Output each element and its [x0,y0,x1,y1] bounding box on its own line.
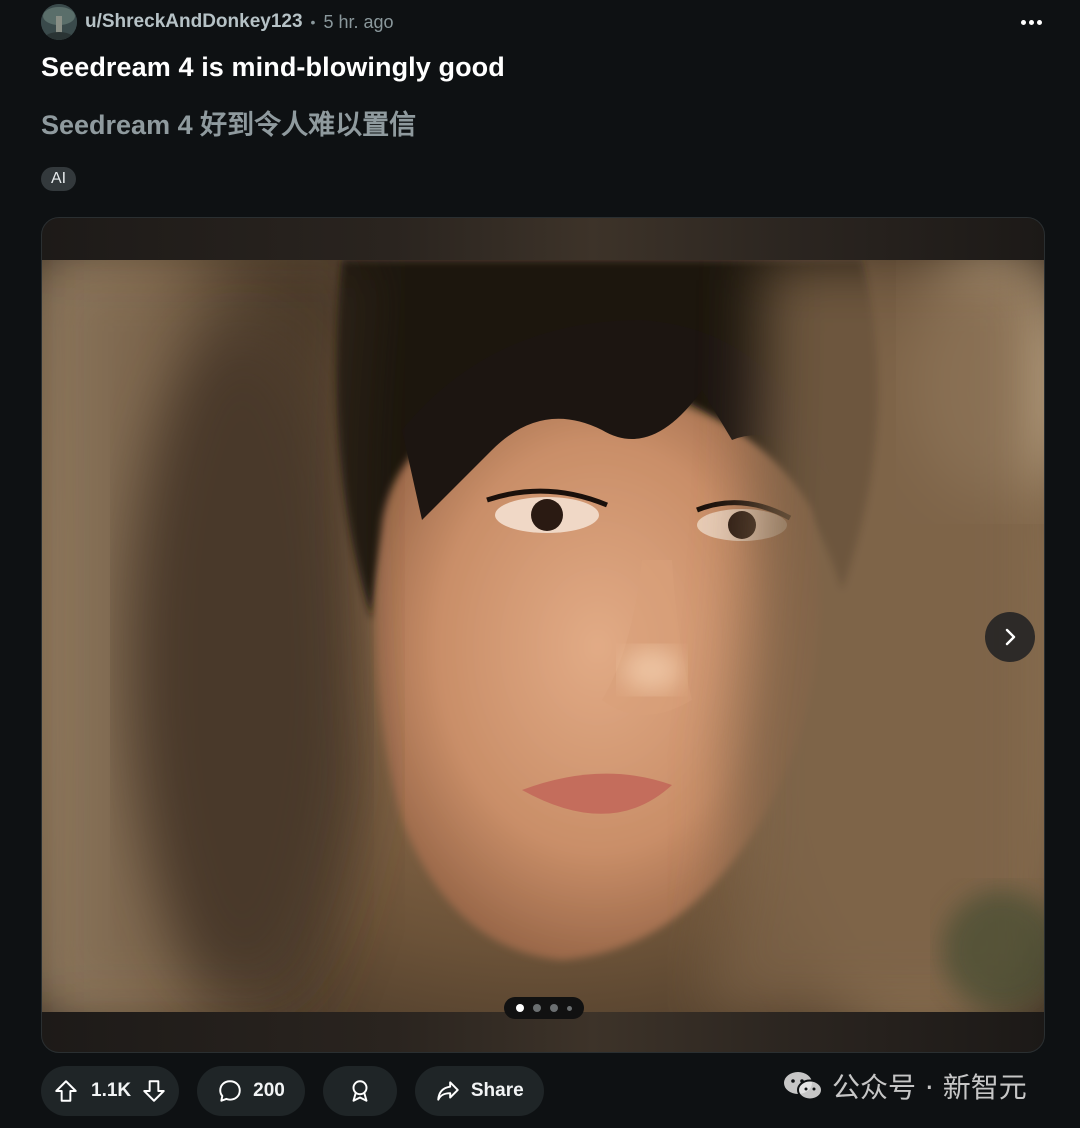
post-action-bar: 1.1K 200 Share [41,1066,544,1116]
comment-icon [219,1080,241,1102]
downvote-icon[interactable] [141,1078,167,1104]
award-button[interactable] [322,1066,397,1116]
share-button[interactable]: Share [414,1066,544,1116]
pagination-dot-2[interactable] [533,1004,541,1012]
vote-control: 1.1K [41,1066,180,1116]
vote-count: 1.1K [91,1080,132,1101]
post-timestamp: 5 hr. ago [323,11,394,32]
pagination-dot-4[interactable] [567,1005,572,1011]
pagination-dot-1[interactable] [516,1004,524,1012]
more-options-icon[interactable] [1018,10,1044,34]
wechat-icon [784,1072,823,1101]
chevron-right-icon [1005,628,1016,646]
image-gallery[interactable] [41,217,1045,1053]
wechat-watermark: 公众号 · 新智元 [782,1064,1027,1108]
comments-button[interactable]: 200 [197,1066,305,1116]
post-header: u/ShreckAndDonkey123 • 5 hr. ago [41,4,1050,40]
post-title[interactable]: Seedream 4 is mind-blowingly good [41,52,505,83]
author-username[interactable]: u/ShreckAndDonkey123 [85,11,303,33]
user-avatar[interactable] [41,4,77,40]
upvote-icon[interactable] [53,1078,79,1104]
post-flair[interactable]: AI [41,167,77,191]
comment-count: 200 [253,1080,285,1101]
meta-separator: • [310,14,316,30]
share-icon [437,1081,459,1101]
gallery-next-button[interactable] [985,612,1035,662]
watermark-text: 公众号 · 新智元 [832,1071,1027,1104]
share-label: Share [470,1080,524,1101]
gallery-image[interactable] [42,260,1044,1012]
pagination-dot-3[interactable] [550,1004,558,1012]
post-subtitle: Seedream 4 好到令人难以置信 [41,110,417,140]
gallery-pagination[interactable] [504,997,584,1019]
award-icon [352,1080,368,1102]
